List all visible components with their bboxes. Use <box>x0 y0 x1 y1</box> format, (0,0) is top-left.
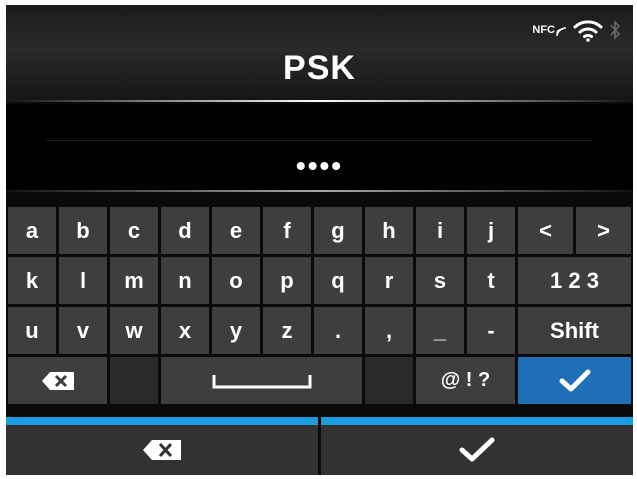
key-g[interactable]: g <box>314 207 362 254</box>
page-title: PSK <box>283 49 356 87</box>
checkmark-icon <box>559 369 590 391</box>
key-u[interactable]: u <box>8 307 56 354</box>
button-accent-bar <box>6 417 318 425</box>
numeric-mode-key[interactable]: 1 2 3 <box>518 257 631 304</box>
key-v[interactable]: v <box>59 307 107 354</box>
backspace-icon <box>41 371 74 390</box>
key-l[interactable]: l <box>59 257 107 304</box>
space-key[interactable] <box>161 357 362 404</box>
key-a[interactable]: a <box>8 207 56 254</box>
nfc-waves <box>556 27 567 36</box>
symbols-key[interactable]: @ ! ? <box>416 357 515 404</box>
header: PSK NFC <box>6 5 633 102</box>
ok-button[interactable] <box>321 417 633 475</box>
key-r[interactable]: r <box>365 257 413 304</box>
key-c[interactable]: c <box>110 207 158 254</box>
password-masked-value: •••• <box>295 150 344 181</box>
blank-key <box>365 357 413 404</box>
key-x[interactable]: x <box>161 307 209 354</box>
key-d[interactable]: d <box>161 207 209 254</box>
password-input[interactable]: •••• <box>6 104 633 192</box>
key-b[interactable]: b <box>59 207 107 254</box>
key-q[interactable]: q <box>314 257 362 304</box>
key-underscore[interactable]: _ <box>416 307 464 354</box>
key-e[interactable]: e <box>212 207 260 254</box>
key-comma[interactable]: , <box>365 307 413 354</box>
button-accent-bar <box>321 417 633 425</box>
key-p[interactable]: p <box>263 257 311 304</box>
bluetooth-icon <box>610 20 621 40</box>
key-hyphen[interactable]: - <box>467 307 515 354</box>
status-icons: NFC <box>532 15 621 45</box>
key-t[interactable]: t <box>467 257 515 304</box>
key-h[interactable]: h <box>365 207 413 254</box>
key-j[interactable]: j <box>467 207 515 254</box>
nfc-label: NFC <box>532 24 555 36</box>
key-w[interactable]: w <box>110 307 158 354</box>
shift-key[interactable]: Shift <box>518 307 631 354</box>
cancel-button[interactable] <box>6 417 318 475</box>
printer-screen: PSK NFC •••• a b c d e f g h i j < > k l… <box>6 5 633 475</box>
key-f[interactable]: f <box>263 207 311 254</box>
nfc-icon: NFC <box>532 24 567 36</box>
bottom-action-bar <box>6 417 633 475</box>
wifi-icon <box>573 20 603 42</box>
key-s[interactable]: s <box>416 257 464 304</box>
space-icon <box>212 374 311 388</box>
key-i[interactable]: i <box>416 207 464 254</box>
backspace-key[interactable] <box>8 357 107 404</box>
key-z[interactable]: z <box>263 307 311 354</box>
key-m[interactable]: m <box>110 257 158 304</box>
key-y[interactable]: y <box>212 307 260 354</box>
key-k[interactable]: k <box>8 257 56 304</box>
on-screen-keyboard: a b c d e f g h i j < > k l m n o p q r … <box>6 199 633 409</box>
enter-key[interactable] <box>518 357 631 404</box>
key-n[interactable]: n <box>161 257 209 304</box>
backspace-icon <box>143 440 181 460</box>
cursor-right-key[interactable]: > <box>576 207 631 254</box>
key-period[interactable]: . <box>314 307 362 354</box>
key-o[interactable]: o <box>212 257 260 304</box>
cursor-left-key[interactable]: < <box>518 207 573 254</box>
checkmark-icon <box>459 437 495 462</box>
blank-key <box>110 357 158 404</box>
